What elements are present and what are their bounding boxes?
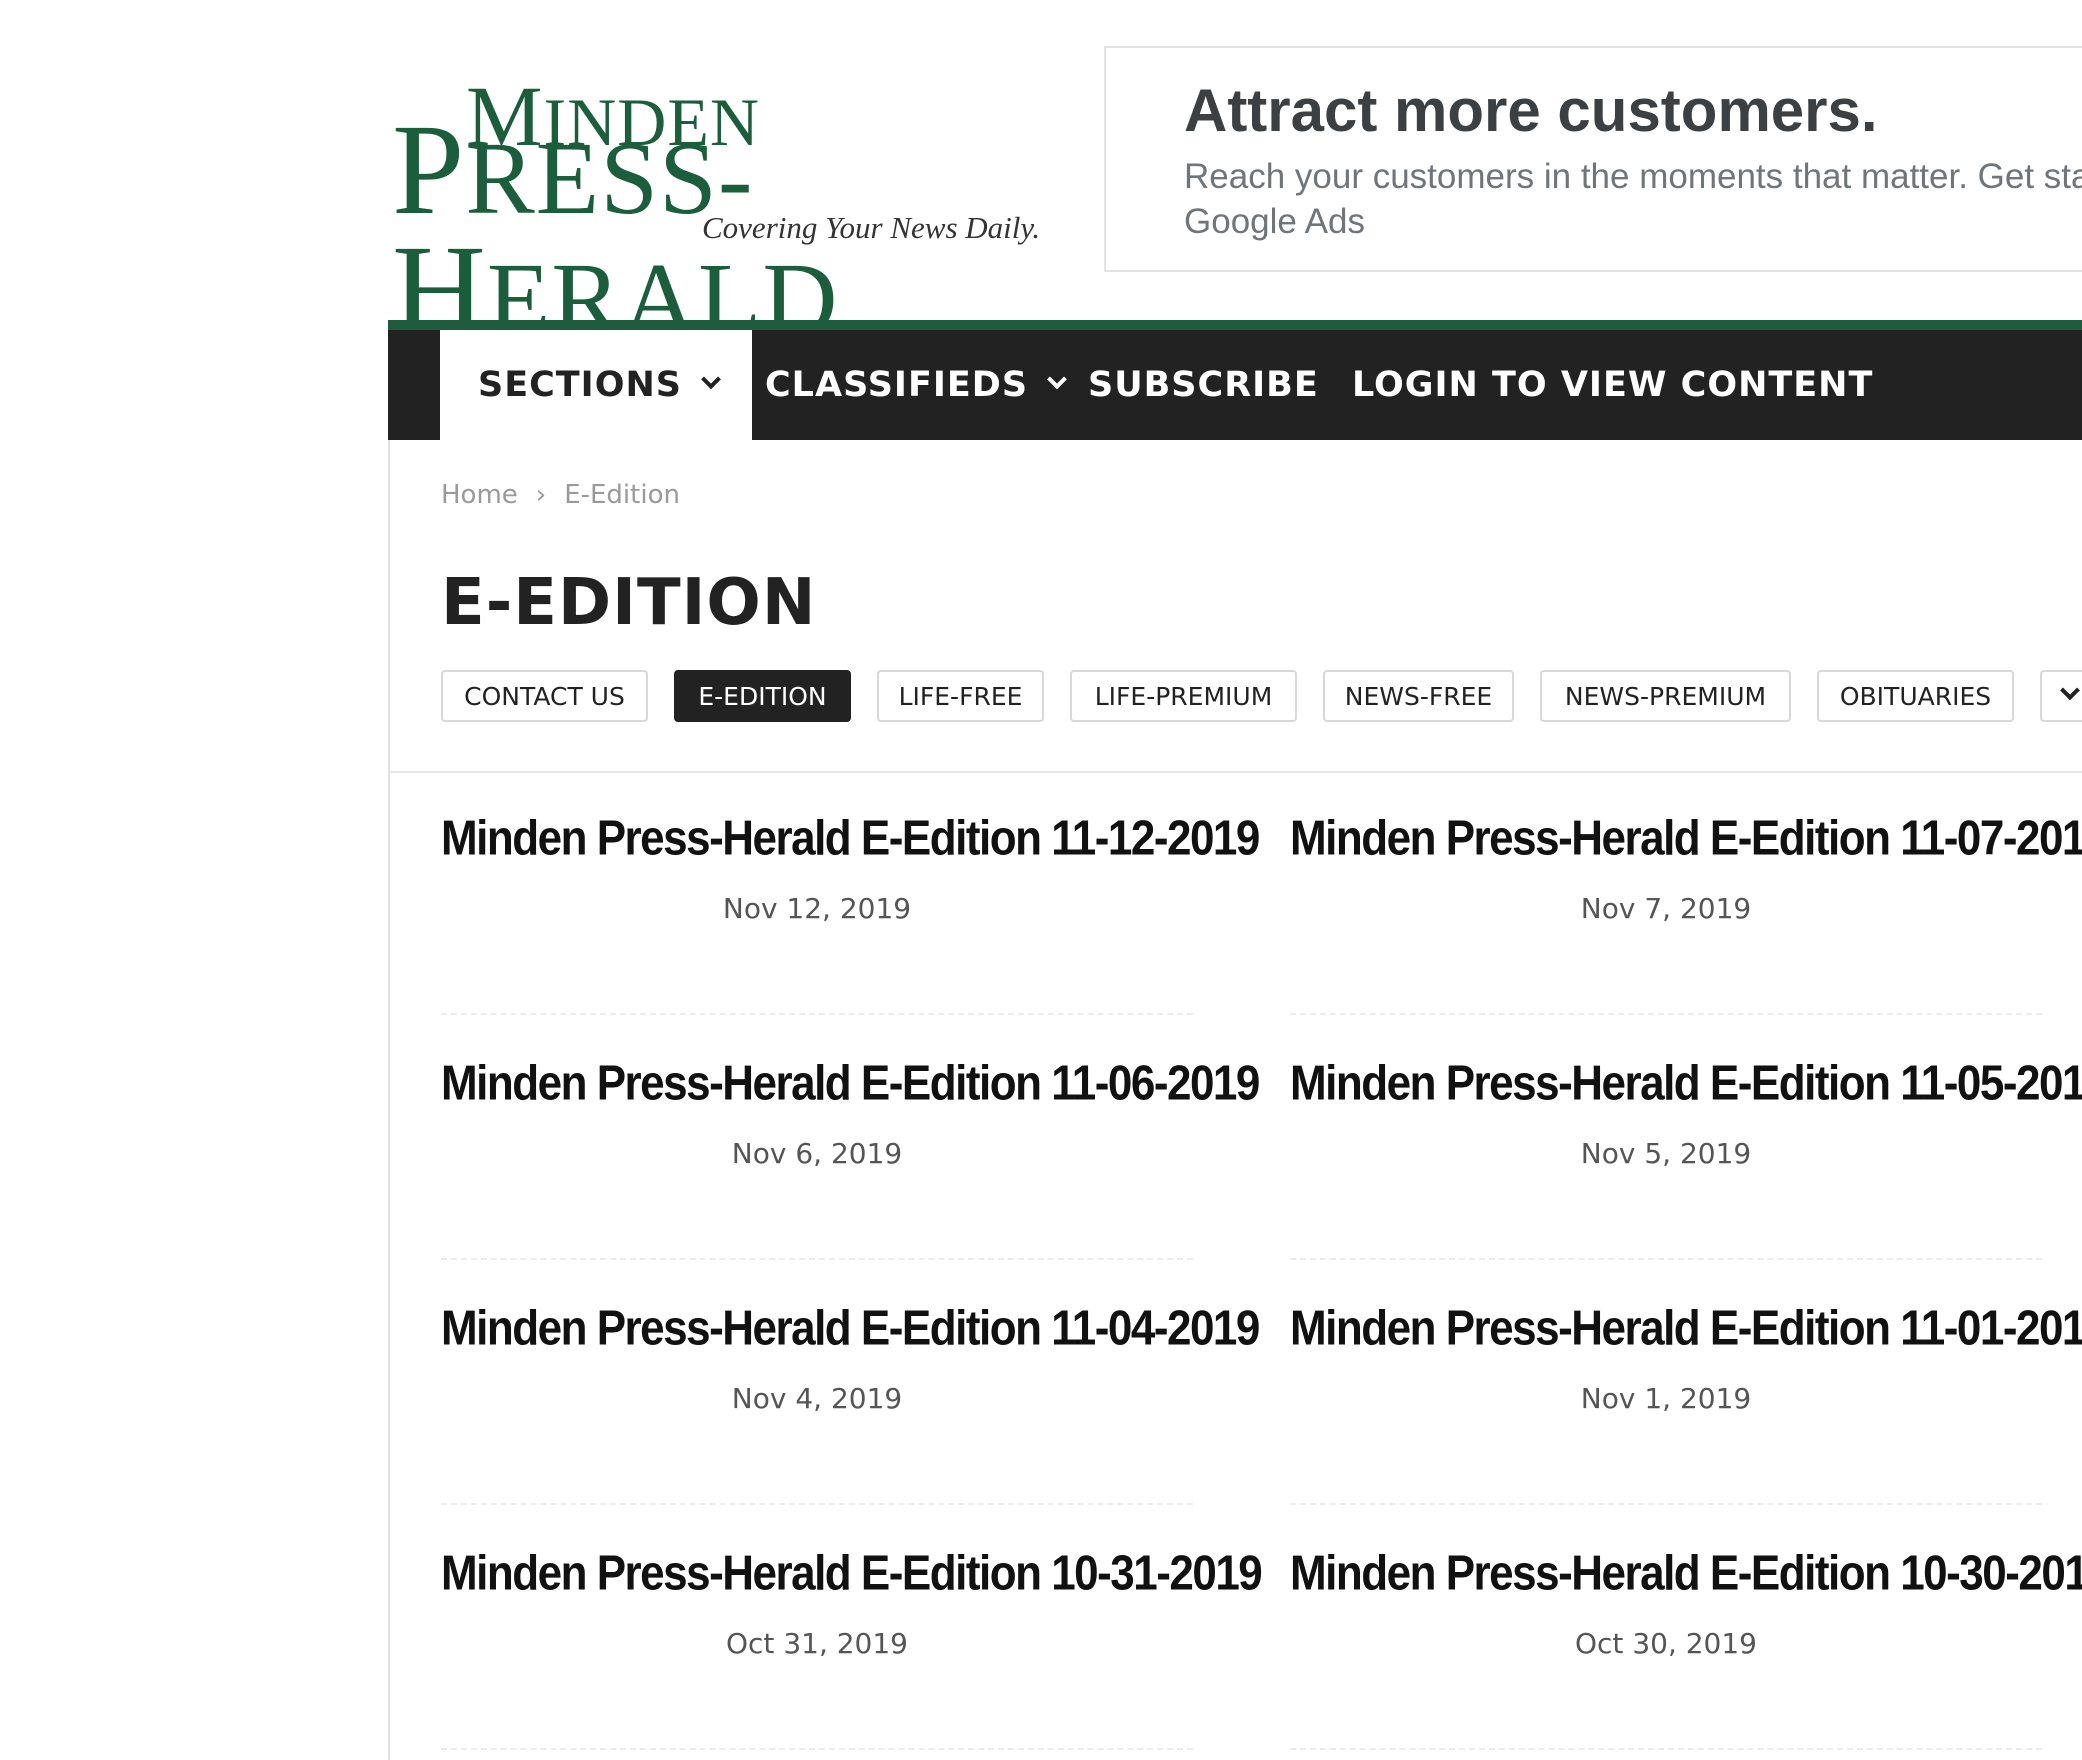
- edition-title[interactable]: Minden Press-Herald E-Edition 11-12-2019: [441, 811, 1260, 867]
- site-logo[interactable]: MINDEN PRESS-HERALD Covering Your News D…: [392, 73, 1072, 356]
- nav-item-sections[interactable]: SECTIONS: [440, 330, 752, 440]
- edition-date: Nov 12, 2019: [722, 892, 912, 925]
- breadcrumb: Home › E-Edition: [441, 480, 680, 510]
- page-title: E-EDITION: [441, 566, 817, 640]
- chevron-down-icon: [1047, 369, 1067, 390]
- nav-accent-bar: [388, 320, 2082, 330]
- edition-title[interactable]: Minden Press-Herald E-Edition 11-06-2019: [441, 1056, 1260, 1112]
- card-divider: [441, 1748, 1193, 1750]
- breadcrumb-separator-icon: ›: [535, 480, 547, 510]
- breadcrumb-home-link[interactable]: Home: [441, 480, 518, 510]
- edition-date: Nov 7, 2019: [1580, 892, 1752, 925]
- filter-contact-us[interactable]: CONTACT US: [441, 670, 648, 722]
- edition-card[interactable]: Minden Press-Herald E-Edition 11-07-2019…: [1290, 770, 2082, 1015]
- nav-item-classifieds[interactable]: CLASSIFIEDS: [765, 330, 1067, 440]
- edition-date: Nov 5, 2019: [1580, 1137, 1752, 1170]
- edition-card[interactable]: Minden Press-Herald E-Edition 11-05-2019…: [1290, 1015, 2082, 1260]
- ad-banner[interactable]: Attract more customers. Reach your custo…: [1104, 46, 2082, 272]
- edition-date: Oct 30, 2019: [1575, 1627, 1757, 1660]
- edition-title[interactable]: Minden Press-Herald E-Edition 10-31-2019: [441, 1546, 1263, 1602]
- chevron-down-icon: [701, 369, 721, 390]
- nav-item-label: SECTIONS: [478, 365, 682, 405]
- breadcrumb-current[interactable]: E-Edition: [564, 480, 680, 510]
- content-frame-border: [388, 440, 390, 1760]
- edition-card[interactable]: Minden Press-Herald E-Edition 10-30-2019…: [1290, 1505, 2082, 1750]
- edition-card[interactable]: Minden Press-Herald E-Edition 11-06-2019…: [441, 1015, 1260, 1260]
- ad-body-text: Reach your customers in the moments that…: [1184, 157, 2082, 241]
- filter-more-button[interactable]: [2040, 670, 2082, 722]
- edition-title[interactable]: Minden Press-Herald E-Edition 11-01-2019: [1290, 1301, 2082, 1357]
- filter-life-free[interactable]: LIFE-FREE: [877, 670, 1044, 722]
- filter-e-edition[interactable]: E-EDITION: [674, 670, 851, 722]
- edition-title[interactable]: Minden Press-Herald E-Edition 11-04-2019: [441, 1301, 1260, 1357]
- filter-news-premium[interactable]: NEWS-PREMIUM: [1540, 670, 1791, 722]
- edition-date: Oct 31, 2019: [726, 1627, 908, 1660]
- nav-item-label: CLASSIFIEDS: [765, 365, 1029, 405]
- main-navigation: SECTIONS CLASSIFIEDS SUBSCRIBE LOGIN TO …: [388, 330, 2082, 440]
- edition-title[interactable]: Minden Press-Herald E-Edition 10-30-2019: [1290, 1546, 2082, 1602]
- edition-title[interactable]: Minden Press-Herald E-Edition 11-05-2019: [1290, 1056, 2082, 1112]
- ad-headline: Attract more customers.: [1184, 77, 1878, 144]
- nav-item-login[interactable]: LOGIN TO VIEW CONTENT: [1352, 330, 1873, 440]
- edition-date: Nov 1, 2019: [1580, 1382, 1752, 1415]
- card-divider: [1290, 1748, 2042, 1750]
- nav-item-label: LOGIN TO VIEW CONTENT: [1352, 365, 1874, 405]
- edition-card[interactable]: Minden Press-Herald E-Edition 11-04-2019…: [441, 1260, 1260, 1505]
- chevron-down-icon: [2060, 680, 2080, 701]
- edition-card[interactable]: Minden Press-Herald E-Edition 11-01-2019…: [1290, 1260, 2082, 1505]
- edition-date: Nov 4, 2019: [731, 1382, 903, 1415]
- edition-card[interactable]: Minden Press-Herald E-Edition 11-12-2019…: [441, 770, 1260, 1015]
- edition-title[interactable]: Minden Press-Herald E-Edition 11-07-2019: [1290, 811, 2082, 867]
- edition-card[interactable]: Minden Press-Herald E-Edition 10-31-2019…: [441, 1505, 1263, 1750]
- filter-life-premium[interactable]: LIFE-PREMIUM: [1070, 670, 1297, 722]
- logo-tagline: Covering Your News Daily.: [702, 210, 1041, 245]
- nav-item-label: SUBSCRIBE: [1088, 365, 1319, 405]
- nav-item-subscribe[interactable]: SUBSCRIBE: [1088, 330, 1319, 440]
- filter-obituaries[interactable]: OBITUARIES: [1817, 670, 2014, 722]
- edition-date: Nov 6, 2019: [731, 1137, 903, 1170]
- filter-news-free[interactable]: NEWS-FREE: [1323, 670, 1514, 722]
